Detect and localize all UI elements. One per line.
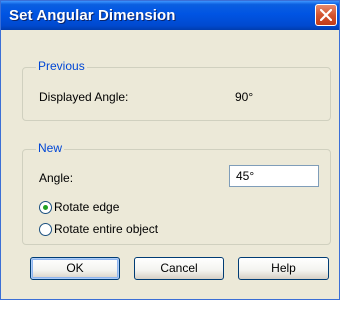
- angle-label: Angle:: [39, 171, 74, 185]
- close-icon: [320, 9, 332, 21]
- previous-group-legend: Previous: [36, 59, 87, 73]
- rotate-entire-object-label[interactable]: Rotate entire object: [54, 222, 158, 236]
- ok-button-label: OK: [66, 261, 84, 275]
- new-group-legend: New: [36, 141, 65, 155]
- rotate-edge-label[interactable]: Rotate edge: [54, 200, 119, 214]
- cancel-button-label: Cancel: [160, 261, 198, 275]
- dialog-window: Set Angular Dimension Previous Displayed…: [0, 0, 340, 300]
- angle-input[interactable]: 45°: [229, 165, 319, 187]
- title-bar[interactable]: Set Angular Dimension: [1, 1, 339, 30]
- help-button[interactable]: Help: [238, 257, 329, 280]
- window-title: Set Angular Dimension: [9, 7, 176, 24]
- displayed-angle-label: Displayed Angle:: [39, 90, 129, 104]
- displayed-angle-value: 90°: [235, 90, 254, 104]
- help-button-label: Help: [271, 261, 296, 275]
- rotate-entire-object-radio[interactable]: [39, 223, 52, 236]
- rotate-edge-radio[interactable]: [39, 201, 52, 214]
- ok-button[interactable]: OK: [30, 257, 120, 280]
- close-button[interactable]: [315, 4, 337, 26]
- cancel-button[interactable]: Cancel: [134, 257, 224, 280]
- angle-input-value: 45°: [236, 169, 255, 183]
